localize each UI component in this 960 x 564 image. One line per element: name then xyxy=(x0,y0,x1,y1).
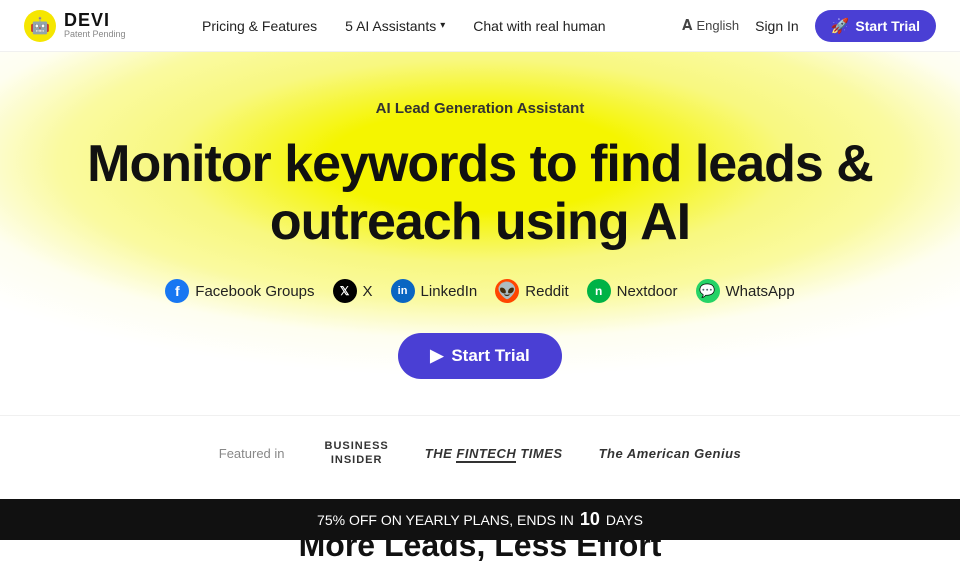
play-icon: ▶ xyxy=(430,346,443,366)
platform-x-label: X xyxy=(363,283,373,300)
platform-nextdoor-label: Nextdoor xyxy=(617,283,678,300)
rocket-icon: 🚀 xyxy=(831,17,850,35)
language-selector[interactable]: 𝐀 English xyxy=(682,17,739,34)
nav-link-assistants[interactable]: 5 AI Assistants ▾ xyxy=(345,18,445,34)
nav-trial-button[interactable]: 🚀 Start Trial xyxy=(815,10,936,42)
platform-facebook-label: Facebook Groups xyxy=(195,283,314,300)
hero-section: AI Lead Generation Assistant Monitor key… xyxy=(0,52,960,415)
promo-banner: 75% OFF ON YEARLY PLANS, ENDS IN 10 DAYS xyxy=(0,499,960,540)
hero-trial-button[interactable]: ▶ Start Trial xyxy=(398,333,562,379)
navbar: 🤖 DEVI Patent Pending Pricing & Features… xyxy=(0,0,960,52)
nextdoor-icon: n xyxy=(587,279,611,303)
hero-subtitle: AI Lead Generation Assistant xyxy=(20,100,940,117)
nav-links: Pricing & Features 5 AI Assistants ▾ Cha… xyxy=(202,18,606,34)
whatsapp-icon: 💬 xyxy=(696,279,720,303)
platform-whatsapp: 💬 WhatsApp xyxy=(696,279,795,303)
x-icon: 𝕏 xyxy=(333,279,357,303)
featured-label: Featured in xyxy=(219,446,285,461)
featured-section: Featured in BUSINESSINSIDER THE FINTECH … xyxy=(0,415,960,490)
platform-list: f Facebook Groups 𝕏 X in LinkedIn 👽 Redd… xyxy=(20,279,940,303)
logo[interactable]: 🤖 DEVI Patent Pending xyxy=(24,10,126,42)
facebook-icon: f xyxy=(165,279,189,303)
chevron-down-icon: ▾ xyxy=(440,20,445,31)
linkedin-icon: in xyxy=(391,279,415,303)
logo-patent: Patent Pending xyxy=(64,30,126,40)
nav-link-chat[interactable]: Chat with real human xyxy=(473,18,605,34)
hero-title: Monitor keywords to find leads & outreac… xyxy=(20,135,940,251)
logo-icon: 🤖 xyxy=(24,10,56,42)
translate-icon: 𝐀 xyxy=(682,17,692,34)
nav-link-pricing[interactable]: Pricing & Features xyxy=(202,18,317,34)
platform-linkedin-label: LinkedIn xyxy=(421,283,478,300)
promo-text-prefix: 75% OFF ON YEARLY PLANS, ENDS IN xyxy=(317,512,574,528)
platform-x: 𝕏 X xyxy=(333,279,373,303)
business-insider-logo: BUSINESSINSIDER xyxy=(325,440,389,466)
logo-text: DEVI Patent Pending xyxy=(64,11,126,41)
reddit-icon: 👽 xyxy=(495,279,519,303)
platform-nextdoor: n Nextdoor xyxy=(587,279,678,303)
nav-right: 𝐀 English Sign In 🚀 Start Trial xyxy=(682,10,936,42)
platform-whatsapp-label: WhatsApp xyxy=(726,283,795,300)
fintech-times-logo: THE FINTECH TIMES xyxy=(425,446,563,461)
signin-link[interactable]: Sign In xyxy=(755,18,799,34)
promo-text-suffix: DAYS xyxy=(606,512,643,528)
promo-days-count: 10 xyxy=(580,509,600,530)
platform-facebook: f Facebook Groups xyxy=(165,279,314,303)
featured-logos: BUSINESSINSIDER THE FINTECH TIMES The Am… xyxy=(325,440,742,466)
platform-reddit-label: Reddit xyxy=(525,283,568,300)
american-genius-logo: The American Genius xyxy=(599,446,742,461)
logo-name: DEVI xyxy=(64,11,126,31)
platform-linkedin: in LinkedIn xyxy=(391,279,478,303)
platform-reddit: 👽 Reddit xyxy=(495,279,568,303)
